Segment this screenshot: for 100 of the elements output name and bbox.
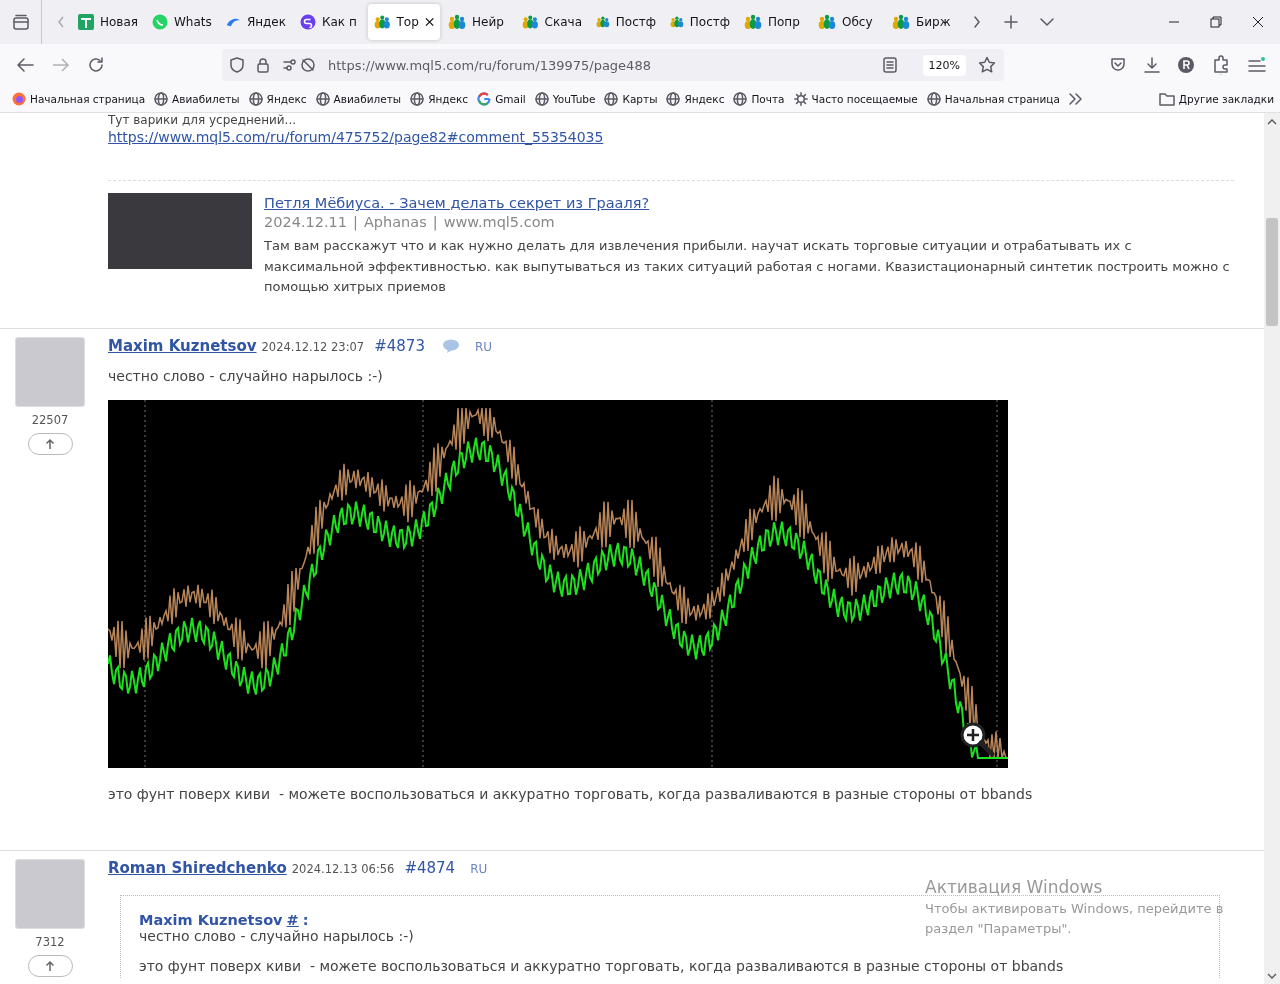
shield-icon (230, 57, 244, 73)
preview-meta-text: 2024.12.11 (264, 214, 348, 230)
post-number-link[interactable]: #4873 (374, 336, 425, 355)
bookmark-link[interactable]: Почта (733, 92, 785, 106)
globe-icon (154, 92, 169, 106)
upvote-button[interactable] (27, 954, 73, 977)
browser-tab[interactable]: Скача (516, 4, 588, 40)
other-bookmarks-folder[interactable]: Другие закладки (1158, 92, 1274, 106)
people-icon (596, 14, 610, 30)
pocket-icon[interactable] (1110, 57, 1126, 73)
more-bookmarks-icon[interactable] (1068, 93, 1083, 105)
browser-tab[interactable]: Как п (294, 4, 366, 40)
reload-icon[interactable] (88, 57, 104, 73)
preview-meta-text: www.mql5.com (443, 214, 555, 230)
bookmark-link[interactable]: Начальная страница (926, 92, 1060, 106)
comment-link[interactable]: https://www.mql5.com/ru/forum/475752/page82#comment_55354035 (108, 129, 604, 145)
browser-tab[interactable]: Попр (738, 4, 810, 40)
post-text: честно слово - случайно нарылось :-) (108, 367, 384, 384)
browser-tab[interactable]: Бирж (886, 4, 958, 40)
chat-bubble-icon (152, 14, 168, 30)
swirl-icon (300, 14, 316, 30)
people-icon (744, 14, 762, 30)
globe-icon (534, 92, 549, 106)
language-label: RU (470, 861, 488, 876)
bookmark-star-icon[interactable] (978, 56, 996, 74)
browser-tab[interactable]: Обсу (812, 4, 884, 40)
cloud-icon (226, 16, 241, 28)
close-icon[interactable] (424, 17, 434, 27)
globe-icon (926, 92, 941, 106)
letter-g-icon (477, 92, 492, 106)
scrollbar-thumb[interactable] (1266, 218, 1278, 326)
post-text: Тут варики для усреднений... (108, 113, 298, 127)
new-tab-icon[interactable] (1004, 15, 1018, 29)
close-icon[interactable] (1252, 16, 1264, 28)
bookmark-link[interactable]: YouTube (534, 92, 596, 106)
quote-colon: : (302, 911, 309, 928)
post-date: 2024.12.12 23:07 (261, 339, 365, 354)
activation-notice-title: Активация Windows (925, 877, 1104, 897)
download-icon[interactable] (1144, 57, 1160, 73)
user-rating: 22507 (31, 412, 69, 427)
browser-tab[interactable]: Постф (590, 4, 662, 40)
bookmark-link[interactable]: Часто посещаемые (793, 92, 918, 106)
bookmark-link[interactable]: Gmail (477, 92, 526, 106)
scrollbar[interactable] (1264, 113, 1280, 984)
bookmark-link[interactable]: Начальная страница (12, 92, 146, 106)
bookmark-link[interactable]: Авиабилеты (154, 92, 240, 106)
arrow-up-icon (45, 959, 55, 972)
quote-text: честно слово - случайно нарылось :-) (139, 927, 414, 944)
bookmark-link[interactable]: Яндекс (248, 92, 307, 106)
browser-tab[interactable]: Тор (368, 4, 440, 40)
menu-icon[interactable] (1248, 57, 1266, 73)
bookmark-link[interactable]: Яндекс (410, 92, 469, 106)
preview-meta-text: Aphanas (363, 214, 427, 230)
people-icon (670, 14, 684, 30)
preview-meta-text: | (432, 214, 438, 230)
browser-tab[interactable]: Яндек (220, 4, 292, 40)
reader-view-icon[interactable] (882, 57, 897, 73)
extensions-icon[interactable] (1212, 55, 1230, 75)
globe-icon (410, 92, 425, 106)
browser-tab[interactable]: Новая (72, 4, 144, 40)
globe-icon (315, 92, 330, 106)
spreadsheet-icon (78, 14, 94, 30)
url-text: https://www.mql5.com/ru/forum/139975/page488 (328, 57, 652, 73)
people-icon (374, 14, 391, 30)
browser-logo-icon (12, 92, 26, 106)
people-icon (448, 14, 466, 30)
author-link[interactable]: Maxim Kuznetsov (108, 336, 257, 355)
author-link[interactable]: Roman Shiredchenko (108, 858, 287, 877)
upvote-button[interactable] (27, 432, 73, 455)
bookmark-link[interactable]: Авиабилеты (315, 92, 402, 106)
preview-description: Там вам расскажут что и как нужно делать для извлечения прибыли. научат искать торговые ситуации и отрабатывать их с максимальной эффективностью. как выпутываться из таких ситуаций работая с ногами. Квазистационарный синтетик построить можно с помощью хитрых приемов (264, 237, 1231, 296)
address-bar[interactable]: https://www.mql5.com/ru/forum/139975/page488 120% (222, 49, 1004, 81)
user-rating: 7312 (35, 934, 65, 949)
bookmark-link[interactable]: Карты (604, 92, 658, 106)
preview-title-link[interactable]: Петля Мёбиуса. - Зачем делать секрет из Грааля? (264, 195, 650, 211)
quote-source-link[interactable]: # (286, 911, 299, 928)
preview-meta-text: | (353, 214, 358, 230)
browser-tab[interactable]: Нейр (442, 4, 514, 40)
back-arrow-icon[interactable] (16, 57, 34, 73)
tab-list-icon[interactable] (11, 14, 30, 30)
people-icon (892, 14, 910, 30)
globe-icon (248, 92, 263, 106)
post-text: это фунт поверх киви - можете воспользоваться и аккуратно торговать, когда разваливаются в разные стороны от bbands (108, 785, 1034, 802)
people-icon (522, 14, 539, 30)
browser-tab[interactable]: Whats (146, 4, 218, 40)
gear-icon (793, 92, 808, 106)
activation-notice-text: Чтобы активировать Windows, перейдите в раздел "Параметры". (925, 900, 1225, 938)
globe-icon (733, 92, 748, 106)
restore-icon[interactable] (1210, 16, 1222, 28)
permissions-icon (282, 57, 316, 73)
browser-tab[interactable]: Постф (664, 4, 736, 40)
post-date: 2024.12.13 06:56 (291, 861, 395, 876)
account-icon[interactable] (1178, 57, 1194, 73)
zoom-level[interactable]: 120% (922, 54, 966, 76)
bookmark-link[interactable]: Яндекс (666, 92, 725, 106)
lock-icon (256, 57, 270, 73)
chevron-down-icon[interactable] (1040, 17, 1054, 27)
people-icon (818, 14, 836, 30)
chevron-right-icon[interactable] (972, 15, 982, 29)
post-number-link[interactable]: #4874 (404, 858, 456, 877)
